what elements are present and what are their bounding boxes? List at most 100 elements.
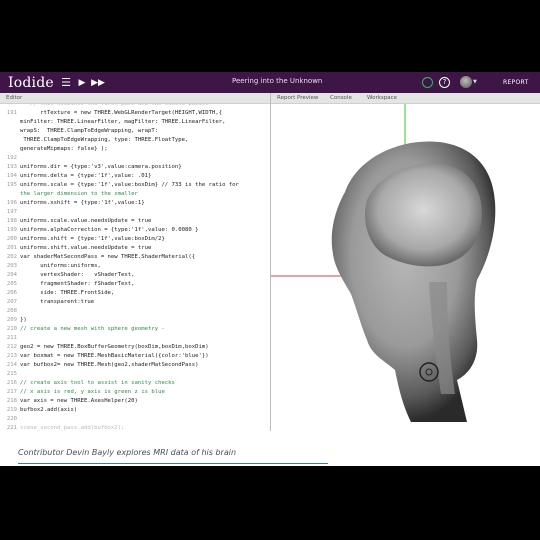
report-button[interactable]: REPORT <box>503 79 529 86</box>
line-text: uniforms.xshift = {type:'1f',value:1} <box>20 200 145 206</box>
code-line[interactable]: 193 uniforms.dir = {type:'v3',value:camer… <box>0 163 270 172</box>
app-window: Iodide ☰ ▶ ▶▶ Peering into the Unknown ?… <box>0 72 540 466</box>
line-number: 211 <box>6 335 17 341</box>
line-text: // create axis tool to assist in sanity … <box>20 380 175 386</box>
code-line[interactable]: THREE.ClampToEdgeWrapping, type: THREE.F… <box>0 136 270 145</box>
code-line[interactable]: 206 side: THREE.FrontSide, <box>0 289 270 298</box>
line-number: 209 <box>6 317 17 323</box>
code-line[interactable]: 194 uniforms.delta = {type:'1f',value: .0… <box>0 172 270 181</box>
code-line[interactable]: 216// create axis tool to assist in sani… <box>0 379 270 388</box>
code-line[interactable]: 212 geo2 = new THREE.BoxBufferGeometry(bo… <box>0 343 270 352</box>
line-number: 202 <box>6 254 17 260</box>
line-number: 198 <box>6 218 17 224</box>
caption-rule <box>18 463 328 464</box>
line-number: 193 <box>6 164 17 170</box>
line-number: 195 <box>6 182 17 188</box>
line-text: // x axis is red, y axis is green z is b… <box>20 389 165 395</box>
code-editor[interactable]: // this combines the first pass and the … <box>0 104 270 466</box>
code-line[interactable]: 218 var axis = new THREE.AxesHelper(20) <box>0 397 270 406</box>
line-number: 203 <box>6 263 17 269</box>
editor-tabstrip: Editor <box>0 93 270 104</box>
line-number: 197 <box>6 209 17 215</box>
line-number: 194 <box>6 173 17 179</box>
line-number: 207 <box>6 299 17 305</box>
line-text: // this combines the first pass and the … <box>20 104 209 107</box>
line-text: uniforms.scale = {type:'1f',value:boxDim… <box>20 182 239 188</box>
tab-workspace[interactable]: Workspace <box>367 95 397 101</box>
code-line[interactable]: 197 <box>0 208 270 217</box>
caption-text: Contributor Devin Bayly explores MRI dat… <box>18 448 237 457</box>
line-text: transparent:true <box>20 299 95 305</box>
line-text: bufbox2.add(axis) <box>20 407 78 413</box>
play-icon[interactable]: ▶ <box>74 78 90 88</box>
code-line[interactable]: 203 uniforms:uniforms, <box>0 262 270 271</box>
code-line[interactable]: 192 <box>0 154 270 163</box>
code-line[interactable]: 200 uniforms.shift = {type:'1f',value:box… <box>0 235 270 244</box>
code-line[interactable]: minFilter: THREE.LinearFilter, magFilter… <box>0 118 270 127</box>
line-text: generateMipmaps: false} ); <box>20 146 108 152</box>
code-line[interactable]: 211 <box>0 334 270 343</box>
line-text: uniforms.shift.value.needsUpdate = true <box>20 245 152 251</box>
line-text: rtTexture = new THREE.WebGLRenderTarget(… <box>20 110 223 116</box>
menu-icon[interactable]: ☰ <box>58 76 74 89</box>
line-number: 205 <box>6 281 17 287</box>
line-number: 204 <box>6 272 17 278</box>
line-text: uniforms.alphaCorrection = {type:'1f',va… <box>20 227 199 233</box>
code-line[interactable]: the larger dimension to the smaller <box>0 190 270 199</box>
line-text: var bufbox2= new THREE.Mesh(geo2,shaderM… <box>20 362 199 368</box>
line-number: 196 <box>6 200 17 206</box>
line-number: 201 <box>6 245 17 251</box>
code-line[interactable]: 199 uniforms.alphaCorrection = {type:'1f'… <box>0 226 270 235</box>
report-tabstrip: Report Preview Console Workspace <box>271 93 540 104</box>
line-text: uniforms.scale.value.needsUpdate = true <box>20 218 152 224</box>
line-number: 199 <box>6 227 17 233</box>
tab-console[interactable]: Console <box>330 95 352 101</box>
line-text: uniforms:uniforms, <box>20 263 101 269</box>
code-line[interactable]: 215 <box>0 370 270 379</box>
line-text: wrapS: THREE.ClampToEdgeWrapping, wrapT: <box>20 128 159 134</box>
code-line[interactable]: 198 uniforms.scale.value.needsUpdate = tr… <box>0 217 270 226</box>
line-number: 216 <box>6 380 17 386</box>
code-line[interactable]: 204 vertexShader: vShaderText, <box>0 271 270 280</box>
tab-report-preview[interactable]: Report Preview <box>277 95 318 101</box>
tab-editor[interactable]: Editor <box>6 95 22 101</box>
line-text: uniforms.delta = {type:'1f',value: .01} <box>20 173 152 179</box>
fast-forward-icon[interactable]: ▶▶ <box>90 78 106 88</box>
code-line[interactable]: 195 uniforms.scale = {type:'1f',value:box… <box>0 181 270 190</box>
code-line[interactable]: 202 var shaderMatSecondPass = new THREE.S… <box>0 253 270 262</box>
line-number: 213 <box>6 353 17 359</box>
code-line[interactable]: 205 fragmentShader: fShaderText, <box>0 280 270 289</box>
notebook-title[interactable]: Peering into the Unknown <box>232 77 322 85</box>
user-avatar[interactable] <box>460 76 472 88</box>
help-icon[interactable]: ? <box>439 77 450 88</box>
line-number: 214 <box>6 362 17 368</box>
report-preview-viewport[interactable] <box>271 104 540 466</box>
line-text: minFilter: THREE.LinearFilter, magFilter… <box>20 119 226 125</box>
code-line[interactable]: generateMipmaps: false} ); <box>0 145 270 154</box>
status-circle-icon <box>422 77 433 88</box>
line-text: var shaderMatSecondPass = new THREE.Shad… <box>20 254 196 260</box>
code-line[interactable]: 220 <box>0 415 270 424</box>
code-line[interactable]: 207 transparent:true <box>0 298 270 307</box>
code-line[interactable]: 214 var bufbox2= new THREE.Mesh(geo2,shad… <box>0 361 270 370</box>
code-line[interactable]: 196 uniforms.xshift = {type:'1f',value:1} <box>0 199 270 208</box>
code-line[interactable]: 217// x axis is red, y axis is green z i… <box>0 388 270 397</box>
line-number: 212 <box>6 344 17 350</box>
code-line[interactable]: 208 <box>0 307 270 316</box>
line-text: THREE.ClampToEdgeWrapping, type: THREE.F… <box>20 137 189 143</box>
code-line[interactable]: 219 bufbox2.add(axis) <box>0 406 270 415</box>
code-line[interactable]: wrapS: THREE.ClampToEdgeWrapping, wrapT: <box>0 127 270 136</box>
line-number: 192 <box>6 155 17 161</box>
mri-volume-render <box>271 104 496 422</box>
code-line[interactable]: 191 rtTexture = new THREE.WebGLRenderTar… <box>0 109 270 118</box>
line-text: uniforms.dir = {type:'v3',value:camera.p… <box>20 164 182 170</box>
chevron-down-icon[interactable]: ▼ <box>473 79 477 85</box>
line-text: vertexShader: vShaderText, <box>20 272 135 278</box>
line-number: 215 <box>6 371 17 377</box>
code-line[interactable]: 213 var boxmat = new THREE.MeshBasicMater… <box>0 352 270 361</box>
line-text: fragmentShader: fShaderText, <box>20 281 135 287</box>
line-number: 219 <box>6 407 17 413</box>
code-line[interactable]: 201 uniforms.shift.value.needsUpdate = tr… <box>0 244 270 253</box>
code-line[interactable]: 210// create a new mesh with sphere geom… <box>0 325 270 334</box>
code-line[interactable]: 209}) <box>0 316 270 325</box>
